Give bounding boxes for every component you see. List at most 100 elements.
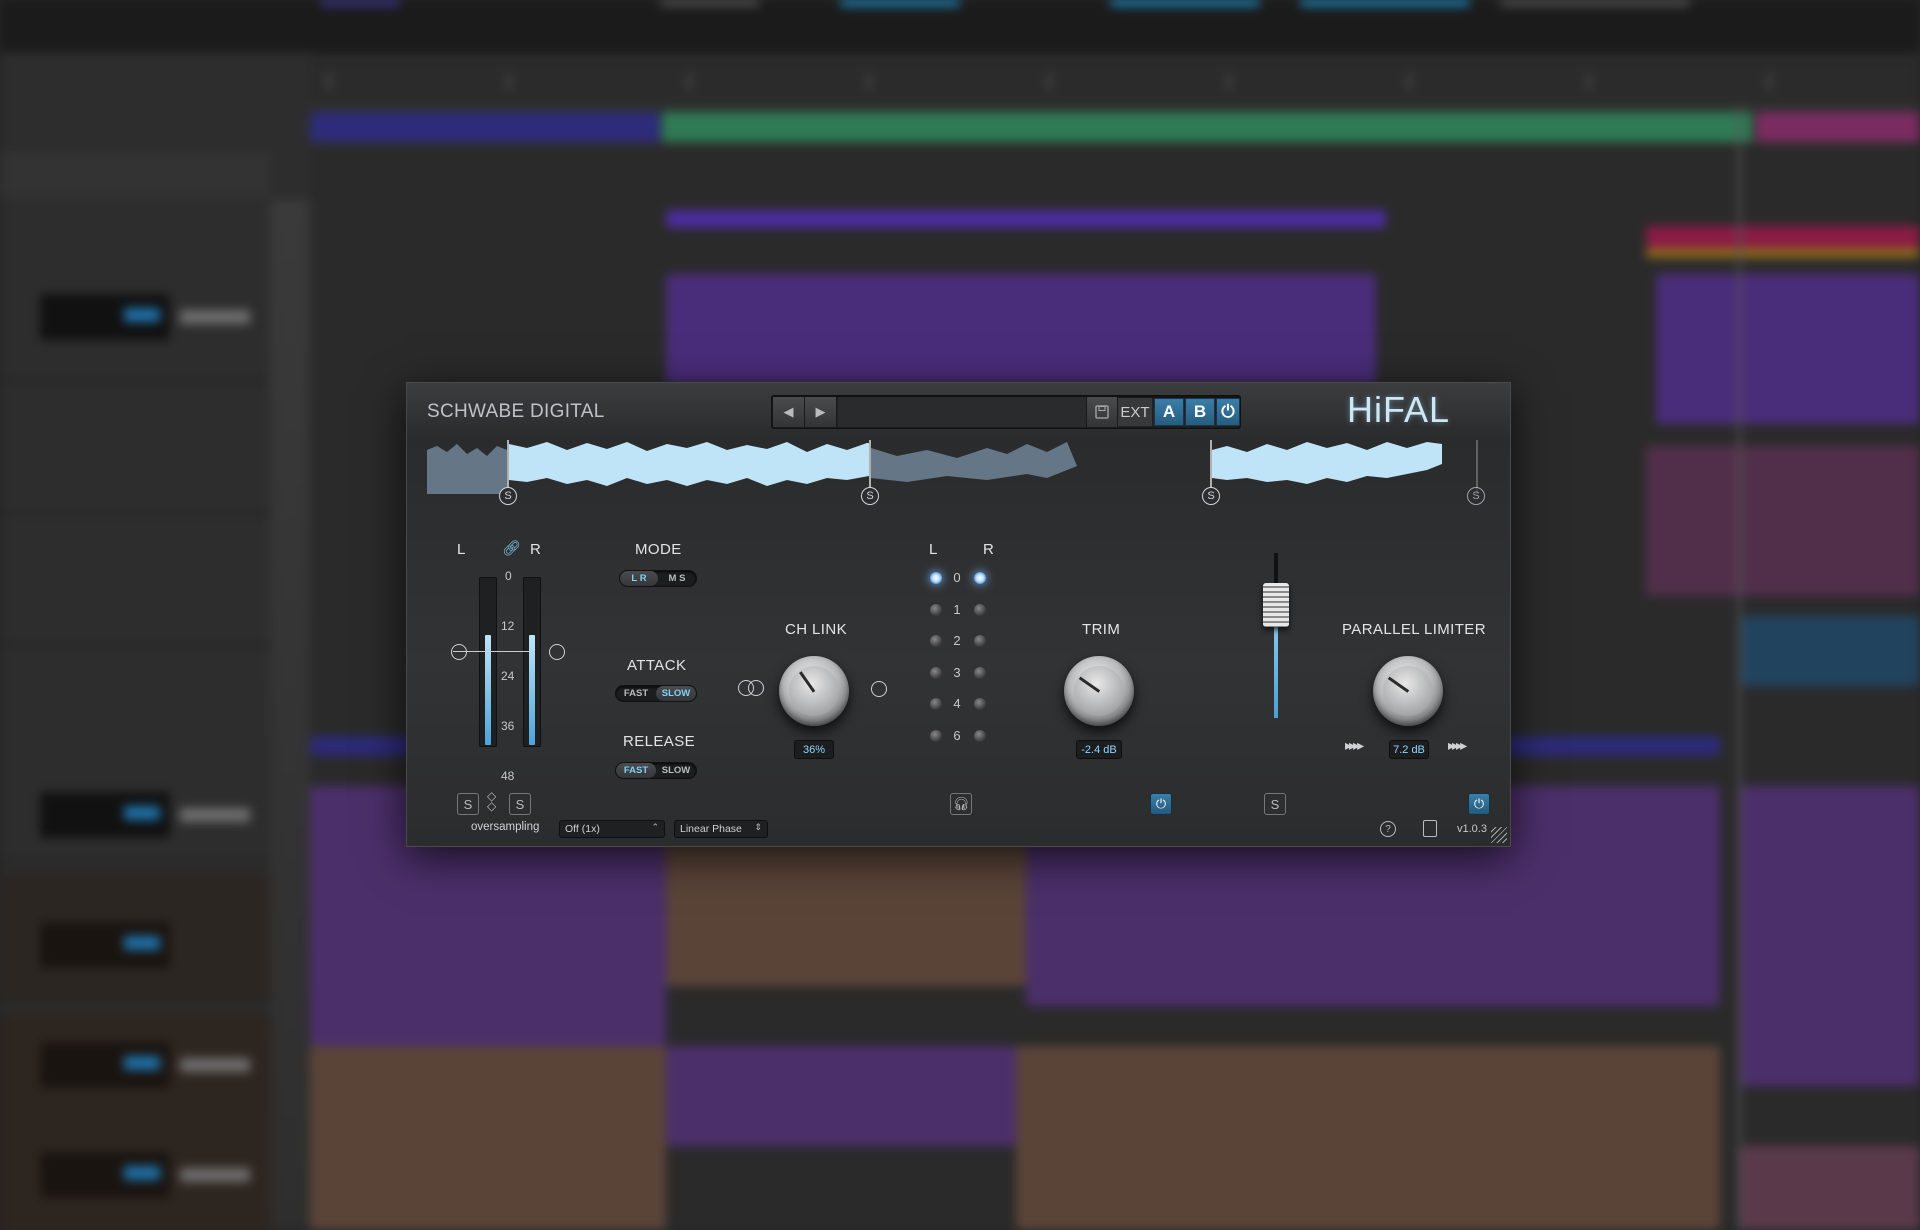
mode-option-ms[interactable]: M S [658, 571, 696, 586]
output-fader-fill [1274, 613, 1278, 718]
parallel-limiter-knob[interactable] [1373, 656, 1443, 726]
daw-toolbar [0, 0, 1920, 52]
release-toggle[interactable]: FAST SLOW [615, 762, 697, 779]
save-preset-button[interactable] [1086, 397, 1118, 427]
oversampling-select[interactable]: Off (1x) ⌃ [559, 820, 665, 838]
hifal-logo: HiFAL [1347, 389, 1451, 430]
limiter-decrease-arrows-icon[interactable]: ▸▸▸▸ [1345, 737, 1364, 754]
hifal-plugin-window: SCHWABE DIGITAL HiFAL ◀ ▶ EXT A B ⏻ S S … [406, 382, 1511, 847]
split-marker-1[interactable]: S [499, 487, 517, 505]
parallel-limiter-value[interactable]: 7.2 dB [1389, 740, 1429, 759]
solo-left-button[interactable]: S [457, 793, 479, 815]
bypass-power-button[interactable]: ⏻ [1216, 398, 1240, 426]
output-fader-handle[interactable] [1263, 583, 1289, 627]
next-preset-button[interactable]: ▶ [805, 397, 837, 427]
attack-toggle[interactable]: FAST SLOW [615, 685, 697, 702]
trim-knob[interactable] [1064, 656, 1134, 726]
floppy-disk-icon [1095, 405, 1109, 419]
resize-grip-icon[interactable] [1491, 827, 1507, 843]
input-scale-36: 36 [501, 719, 515, 733]
input-scale-24: 24 [501, 669, 515, 683]
attack-slow-option[interactable]: SLOW [656, 686, 696, 701]
led-right-6 [974, 729, 986, 742]
fader-solo-button[interactable]: S [1264, 793, 1286, 815]
led-right-2 [974, 635, 986, 647]
headphone-button[interactable]: 🎧︎ [950, 793, 972, 815]
led-left-6 [930, 729, 942, 742]
led-scale-label: 4 [953, 696, 961, 711]
input-right-label: R [530, 541, 542, 558]
version-label: v1.0.3 [1457, 823, 1487, 835]
power-icon: ⏻ [1155, 796, 1167, 811]
led-scale-label: 1 [953, 601, 961, 617]
track-headers [0, 52, 310, 1230]
split-marker-4[interactable]: S [1467, 487, 1485, 505]
brand-label: SCHWABE DIGITAL [427, 401, 605, 422]
parallel-limiter-label: PARALLEL LIMITER [1342, 621, 1486, 638]
arranger-lane [310, 106, 1920, 146]
updown-icon: ⇕ [754, 822, 762, 832]
triangle-left-icon: ◀ [783, 404, 794, 419]
split-marker-2[interactable]: S [861, 487, 879, 505]
input-scale-48: 48 [501, 769, 515, 783]
led-left-0 [930, 572, 942, 584]
mode-label: MODE [635, 541, 682, 558]
led-left-4 [930, 698, 942, 710]
document-icon[interactable] [1423, 820, 1437, 837]
trim-power-button[interactable]: ⏻ [1150, 793, 1172, 815]
waveform-display[interactable] [427, 440, 1492, 494]
mode-toggle[interactable]: L R M S [619, 570, 697, 587]
meter-right-label: R [983, 541, 995, 558]
a-compare-button[interactable]: A [1154, 398, 1184, 426]
chevron-up-icon: ⌃ [651, 822, 659, 832]
swap-arrows-icon[interactable]: ◇ ◇ [487, 790, 496, 812]
ch-link-value[interactable]: 36% [794, 740, 834, 759]
preset-bar: ◀ ▶ EXT A B ⏻ [771, 395, 1241, 429]
led-scale-label: 6 [953, 727, 961, 743]
threshold-handle-left[interactable] [451, 644, 467, 660]
b-compare-button[interactable]: B [1185, 398, 1215, 426]
trim-value[interactable]: -2.4 dB [1076, 740, 1122, 759]
question-icon[interactable]: ? [1380, 821, 1396, 837]
power-icon: ⏻ [1221, 402, 1235, 421]
led-right-1 [974, 603, 986, 616]
led-scale-label: 0 [953, 570, 961, 585]
phase-mode-value: Linear Phase [680, 823, 742, 835]
release-label: RELEASE [623, 733, 695, 750]
power-icon: ⏻ [1473, 796, 1485, 811]
input-scale-0: 0 [505, 569, 512, 583]
release-fast-option[interactable]: FAST [616, 763, 656, 778]
meter-left-label: L [929, 541, 938, 558]
preset-name-field[interactable] [838, 397, 1086, 427]
release-slow-option[interactable]: SLOW [656, 763, 696, 778]
phase-mode-select[interactable]: Linear Phase ⇕ [674, 820, 768, 838]
limiter-power-button[interactable]: ⏻ [1468, 793, 1490, 815]
led-left-1 [930, 603, 942, 616]
attack-label: ATTACK [627, 657, 687, 674]
link-icon[interactable]: 🔗︎ [502, 539, 521, 557]
timeline-ruler[interactable] [310, 56, 1920, 106]
led-right-3 [974, 666, 986, 679]
led-left-2 [930, 635, 942, 647]
led-scale-label: 3 [953, 664, 961, 680]
threshold-handle-right[interactable] [549, 644, 565, 660]
ch-link-knob[interactable] [779, 656, 849, 726]
input-scale-12: 12 [501, 619, 515, 633]
attack-fast-option[interactable]: FAST [616, 686, 656, 701]
unlinked-circle-icon [871, 681, 887, 697]
headphones-icon: 🎧︎ [952, 796, 970, 811]
led-left-3 [930, 666, 942, 679]
oversampling-value: Off (1x) [565, 823, 600, 835]
mode-option-lr[interactable]: L R [620, 571, 658, 586]
trim-label: TRIM [1082, 621, 1121, 638]
led-right-4 [974, 698, 986, 710]
ext-button[interactable]: EXT [1118, 398, 1152, 426]
limiter-increase-arrows-icon[interactable]: ▸▸▸▸ [1448, 737, 1467, 754]
oversampling-label: oversampling [471, 821, 540, 833]
track-colors [270, 200, 310, 1230]
triangle-right-icon: ▶ [815, 404, 826, 419]
solo-right-button[interactable]: S [509, 793, 531, 815]
prev-preset-button[interactable]: ◀ [773, 397, 805, 427]
linked-circles-icon [738, 680, 768, 698]
split-marker-3[interactable]: S [1202, 487, 1220, 505]
